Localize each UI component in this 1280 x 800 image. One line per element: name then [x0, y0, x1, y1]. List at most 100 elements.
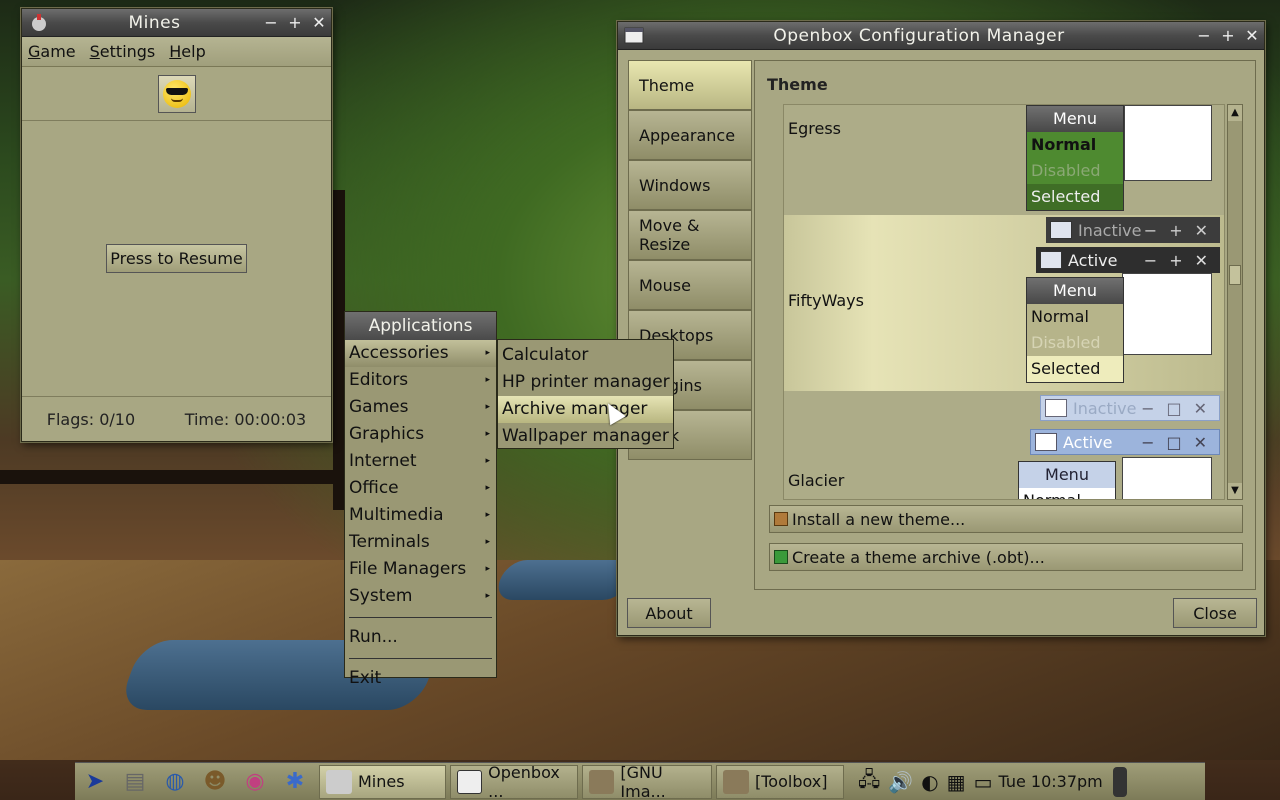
menu-preview-normal: Normal — [1019, 488, 1115, 499]
volume-icon[interactable]: 🔊 — [888, 770, 913, 794]
menu-settings[interactable]: Settings — [90, 42, 156, 61]
theme-list[interactable]: Egress Menu Normal Disabled Selected Fif… — [783, 104, 1225, 500]
package-icon — [774, 512, 788, 526]
mines-titlebar[interactable]: Mines − + ✕ — [22, 9, 331, 37]
menu-item-exit[interactable]: Exit — [345, 665, 496, 692]
menu-help[interactable]: Help — [169, 42, 205, 61]
scroll-thumb[interactable] — [1229, 265, 1241, 285]
minefield[interactable]: Press to Resume — [22, 121, 331, 397]
submenu-arrow-icon: ▸ — [485, 456, 490, 466]
menu-item-hp-printer-manager[interactable]: HP printer manager — [498, 369, 673, 396]
tab-theme[interactable]: Theme — [628, 60, 752, 110]
menu-item-multimedia[interactable]: Multimedia ▸ — [345, 502, 496, 529]
menu-item-archive-manager[interactable]: Archive manager — [498, 396, 673, 423]
task-label: [GNU Ima... — [620, 762, 666, 800]
tab-mouse[interactable]: Mouse — [628, 260, 752, 310]
task-mines[interactable]: Mines — [319, 764, 446, 799]
obconf-window[interactable]: Openbox Configuration Manager − + ✕ Them… — [617, 21, 1265, 636]
submenu-arrow-icon: ▸ — [485, 537, 490, 547]
taskbar: ➤ ▤ ◍ ☻ ◉ ✱ Mines Openbox ... [GNU Ima..… — [75, 762, 1205, 800]
menu-preview: Menu Normal Disabled Selected — [1026, 105, 1124, 211]
gimp-launcher-icon[interactable]: ☻ — [195, 764, 235, 800]
menu-preview-selected: Selected — [1027, 356, 1123, 382]
scroll-up-icon[interactable]: ▲ — [1228, 105, 1242, 121]
create-archive-button[interactable]: Create a theme archive (.obt)... — [769, 543, 1243, 571]
window-preview-box — [1124, 105, 1212, 181]
active-window-preview: Active −+✕ — [1036, 247, 1220, 273]
obconf-titlebar[interactable]: Openbox Configuration Manager − + ✕ — [618, 22, 1264, 50]
theme-name: Egress — [788, 119, 842, 138]
calculator-icon[interactable]: ▦ — [947, 770, 966, 794]
window-preview-box — [1122, 273, 1212, 355]
menu-item-accessories[interactable]: Accessories ▸ — [345, 340, 496, 367]
archive-icon — [774, 550, 788, 564]
menu-item-file-managers[interactable]: File Managers ▸ — [345, 556, 496, 583]
screenshot-icon[interactable]: ◐ — [921, 770, 938, 794]
task-toolbox[interactable]: [Toolbox] — [716, 764, 844, 799]
tab-appearance[interactable]: Appearance — [628, 110, 752, 160]
menu-separator — [349, 651, 492, 659]
inactive-window-preview: Inactive −□✕ — [1040, 395, 1220, 421]
menu-item-wallpaper-manager[interactable]: Wallpaper manager — [498, 423, 673, 450]
scroll-down-icon[interactable]: ▼ — [1228, 483, 1242, 499]
menu-item-games[interactable]: Games ▸ — [345, 394, 496, 421]
theme-row-glacier[interactable]: Glacier Inactive −□✕ Active −□✕ Menu — [784, 391, 1224, 499]
active-window-preview: Active −□✕ — [1030, 429, 1220, 455]
submenu-arrow-icon: ▸ — [485, 375, 490, 385]
firefox-launcher-icon[interactable]: ◍ — [155, 764, 195, 800]
new-game-button[interactable] — [157, 74, 196, 113]
tab-windows[interactable]: Windows — [628, 160, 752, 210]
maximize-button[interactable]: + — [1216, 26, 1240, 45]
menu-preview: Menu Normal — [1018, 461, 1116, 499]
theme-list-scrollbar[interactable]: ▲ ▼ — [1227, 104, 1243, 500]
theme-row-fiftyways[interactable]: FiftyWays Inactive −+✕ Active −+✕ Menu N… — [784, 215, 1224, 391]
close-dialog-button[interactable]: Close — [1173, 598, 1257, 628]
about-button[interactable]: About — [627, 598, 711, 628]
menu-item-terminals[interactable]: Terminals ▸ — [345, 529, 496, 556]
clock[interactable]: Tue 10:37pm — [998, 772, 1102, 791]
menu-item-office[interactable]: Office ▸ — [345, 475, 496, 502]
network-icon[interactable]: 🖧 — [858, 765, 880, 799]
system-tray: 🖧 🔊 ◐ ▦ ▭ — [858, 765, 992, 799]
hardware-launcher-icon[interactable]: ▤ — [115, 764, 155, 800]
submenu-arrow-icon: ▸ — [485, 591, 490, 601]
monitor-icon[interactable]: ▭ — [974, 770, 993, 794]
theme-row-egress[interactable]: Egress Menu Normal Disabled Selected — [784, 105, 1224, 215]
time-counter: Time: 00:00:03 — [184, 409, 307, 429]
menu-item-run[interactable]: Run... — [345, 624, 496, 651]
menu-item-calculator[interactable]: Calculator — [498, 342, 673, 369]
window-title: Openbox Configuration Manager — [773, 25, 1065, 46]
menu-item-label: Editors — [349, 370, 409, 390]
menu-preview-title: Menu — [1027, 106, 1123, 132]
close-button[interactable]: ✕ — [307, 13, 331, 32]
menu-item-graphics[interactable]: Graphics ▸ — [345, 421, 496, 448]
task-openbox[interactable]: Openbox ... — [450, 763, 578, 800]
menu-game[interactable]: Game — [28, 42, 76, 61]
maximize-button[interactable]: + — [283, 13, 307, 32]
menu-item-system[interactable]: System ▸ — [345, 583, 496, 610]
menu-item-label: Games — [349, 397, 409, 417]
mines-task-icon — [326, 769, 352, 794]
menu-item-internet[interactable]: Internet ▸ — [345, 448, 496, 475]
color-launcher-icon[interactable]: ◉ — [235, 764, 275, 800]
create-archive-label: Create a theme archive (.obt)... — [792, 547, 1045, 567]
menu-preview-title: Menu — [1027, 278, 1123, 304]
task-gimp[interactable]: [GNU Ima... — [582, 762, 712, 800]
resume-button[interactable]: Press to Resume — [106, 244, 247, 273]
install-theme-button[interactable]: Install a new theme... — [769, 505, 1243, 533]
minimize-button[interactable]: − — [1192, 26, 1216, 45]
minimize-button[interactable]: − — [259, 13, 283, 32]
menu-item-label: Multimedia — [349, 505, 444, 525]
menu-item-label: Terminals — [349, 532, 430, 552]
traffic-light-icon[interactable] — [1112, 766, 1127, 797]
menu-item-editors[interactable]: Editors ▸ — [345, 367, 496, 394]
menu-launcher-icon[interactable]: ➤ — [75, 764, 115, 800]
tab-move-resize[interactable]: Move & Resize — [628, 210, 752, 260]
theme-name: FiftyWays — [788, 291, 864, 310]
mines-window[interactable]: Mines − + ✕ Game Settings Help Press to … — [21, 8, 332, 442]
close-button[interactable]: ✕ — [1240, 26, 1264, 45]
menu-title: Applications — [345, 312, 496, 340]
active-label: Active — [1068, 250, 1118, 270]
xfig-launcher-icon[interactable]: ✱ — [275, 764, 315, 800]
submenu-arrow-icon: ▸ — [485, 348, 490, 358]
